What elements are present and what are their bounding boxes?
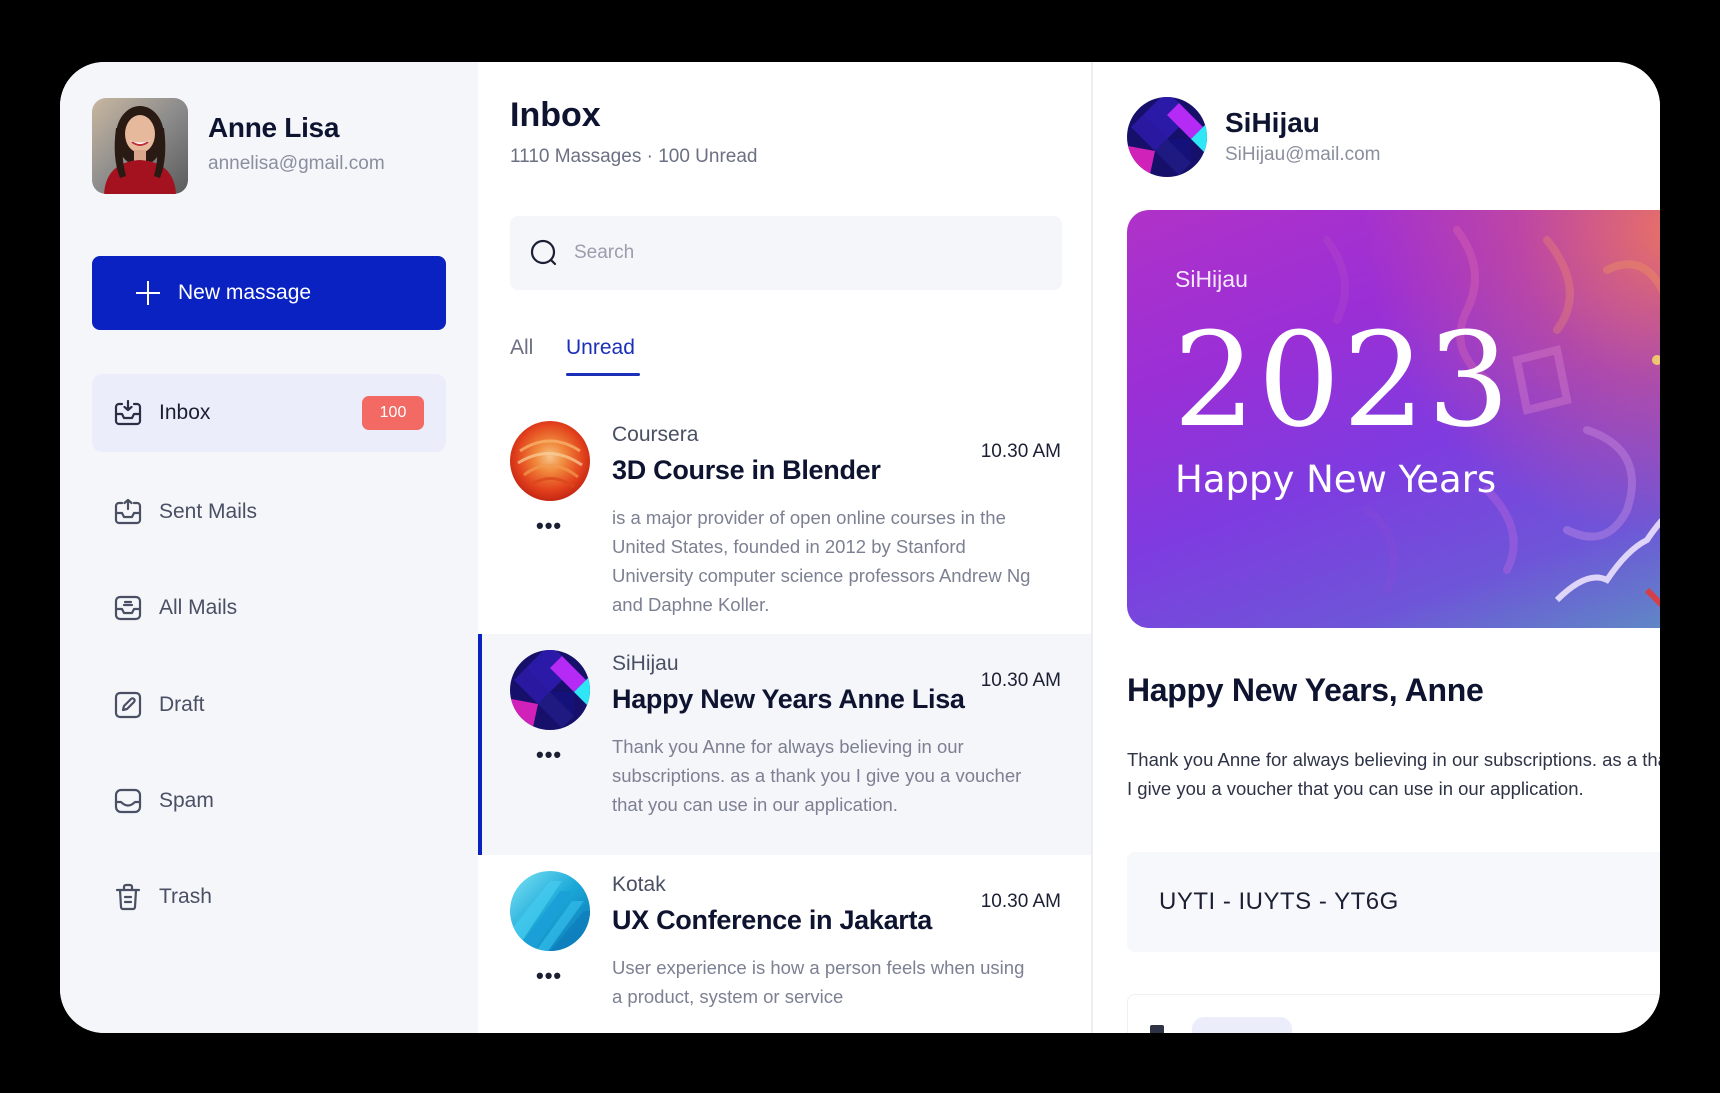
mail-list-item-selected[interactable]: ••• SiHijau Happy New Years Anne Lisa 10… <box>478 634 1091 855</box>
new-message-label: New massage <box>178 281 312 304</box>
sidebar-item-sent-mails[interactable]: Sent Mails <box>92 473 446 551</box>
tab-unread[interactable]: Unread <box>566 336 635 360</box>
sihijau-logo-icon <box>510 650 590 730</box>
sidebar-item-trash[interactable]: Trash <box>92 858 446 936</box>
mail-time: 10.30 AM <box>980 891 1061 912</box>
active-tab-indicator <box>566 373 640 376</box>
sidebar-item-label: All Mails <box>159 596 238 619</box>
banner-brand: SiHijau <box>1175 266 1248 292</box>
sender-avatar <box>510 421 590 501</box>
mail-app-window: Anne Lisa annelisa@gmail.com New massage… <box>60 62 1660 1033</box>
mail-subject: Happy New Years Anne Lisa <box>612 684 965 714</box>
mail-count-summary: 1110 Massages · 100 Unread <box>510 146 758 167</box>
mail-preview: is a major provider of open online cours… <box>612 507 1031 615</box>
mail-sender: Coursera <box>612 423 699 446</box>
sender-email: SiHijau@mail.com <box>1225 144 1381 165</box>
search-icon <box>530 239 557 266</box>
sidebar-item-label: Sent Mails <box>159 500 258 523</box>
user-name: Anne Lisa <box>208 112 340 143</box>
sihijau-logo-icon <box>1127 97 1207 177</box>
sender-avatar <box>1127 97 1207 177</box>
new-year-banner-image: SiHijau 2023 Happy New Years <box>1127 210 1660 628</box>
mail-subject: UX Conference in Jakarta <box>612 905 932 935</box>
plus-icon <box>136 281 160 305</box>
voucher-code-box[interactable]: UYTI - IUYTS - YT6G <box>1127 852 1660 952</box>
spam-tray-icon <box>114 788 142 814</box>
mail-list-item[interactable]: ••• Kotak UX Conference in Jakarta 10.30… <box>478 855 1091 1033</box>
user-photo-icon <box>92 98 188 194</box>
mail-sender: Kotak <box>612 873 666 896</box>
attachment-pill <box>1192 1017 1292 1033</box>
sidebar-item-draft[interactable]: Draft <box>92 666 446 744</box>
more-options-icon[interactable]: ••• <box>536 513 562 539</box>
message-body-line: Thank you Anne for always believing in o… <box>1127 749 1660 770</box>
sidebar-item-label: Inbox <box>159 401 211 424</box>
sender-name: SiHijau <box>1225 107 1320 138</box>
inbox-upload-icon <box>114 498 142 525</box>
search-box[interactable] <box>510 216 1062 290</box>
coursera-logo-icon <box>510 421 590 501</box>
search-input[interactable] <box>574 242 1034 264</box>
sidebar-item-label: Trash <box>159 885 212 908</box>
message-title: Happy New Years, Anne <box>1127 672 1484 708</box>
draft-pencil-icon <box>114 691 142 719</box>
user-email: annelisa@gmail.com <box>208 153 385 174</box>
sender-avatar <box>510 871 590 951</box>
unread-count-badge: 100 <box>362 396 424 430</box>
mail-preview: Thank you Anne for always believing in o… <box>612 736 1022 815</box>
mail-time: 10.30 AM <box>980 441 1061 462</box>
attachment-icon <box>1150 1025 1164 1033</box>
sidebar-item-spam[interactable]: Spam <box>92 762 446 840</box>
message-view-panel: SiHijau SiHijau@mail.com SiHijau 2023 Ha… <box>1094 62 1660 1033</box>
message-body-line: I give you a voucher that you can use in… <box>1127 778 1584 799</box>
mail-subject: 3D Course in Blender <box>612 455 881 485</box>
mail-list-item[interactable]: ••• Coursera 3D Course in Blender 10.30 … <box>478 405 1091 634</box>
trash-icon <box>115 883 141 911</box>
attachment-card[interactable] <box>1127 994 1660 1033</box>
mail-sender: SiHijau <box>612 652 679 675</box>
mail-list-panel: Inbox 1110 Massages · 100 Unread All Unr… <box>478 62 1093 1033</box>
new-message-button[interactable]: New massage <box>92 256 446 330</box>
user-avatar[interactable] <box>92 98 188 194</box>
kotak-logo-icon <box>510 871 590 951</box>
more-options-icon[interactable]: ••• <box>536 742 562 768</box>
tab-all[interactable]: All <box>510 336 533 360</box>
all-mails-icon <box>114 595 142 621</box>
more-options-icon[interactable]: ••• <box>536 963 562 989</box>
mail-preview: User experience is how a person feels wh… <box>612 957 1025 1007</box>
sidebar-item-label: Draft <box>159 693 205 716</box>
sender-avatar <box>510 650 590 730</box>
page-title: Inbox <box>510 96 601 134</box>
sidebar-item-all-mails[interactable]: All Mails <box>92 569 446 647</box>
banner-year: 2023 <box>1173 304 1512 456</box>
banner-greeting: Happy New Years <box>1175 458 1497 501</box>
message-body: Thank you Anne for always believing in o… <box>1127 745 1660 803</box>
voucher-code: UYTI - IUYTS - YT6G <box>1159 888 1399 915</box>
sidebar-item-inbox[interactable]: Inbox 100 <box>92 374 446 452</box>
sidebar-item-label: Spam <box>159 789 214 812</box>
sidebar: Anne Lisa annelisa@gmail.com New massage… <box>60 62 478 1033</box>
inbox-download-icon <box>114 399 142 426</box>
mail-time: 10.30 AM <box>980 670 1061 691</box>
